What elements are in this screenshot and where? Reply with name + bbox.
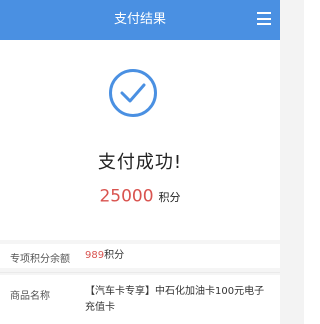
payment-result-page: 支付结果 支付成功! 25000 积分 专项积分余额 989积分 商品名称 【汽车… [0,0,304,324]
result-card: 支付成功! 25000 积分 [0,40,280,240]
balance-unit: 积分 [104,250,125,261]
balance-label: 专项积分余额 [10,254,70,265]
points-line: 25000 积分 [0,186,280,207]
success-message: 支付成功! [97,152,183,173]
side-strip [280,0,304,324]
points-amount: 25000 [99,186,154,207]
check-circle-icon [109,69,157,117]
page-title: 支付结果 [113,12,166,27]
divider [0,272,280,273]
menu-icon[interactable] [257,12,271,25]
balance-row: 专项积分余额 989积分 [0,244,280,268]
product-row: 商品名称 【汽车卡专享】中石化加油卡100元电子充值卡 [0,275,280,324]
product-value: 【汽车卡专享】中石化加油卡100元电子充值卡 [85,286,265,313]
points-unit: 积分 [158,190,181,204]
header-bar: 支付结果 [0,0,280,40]
product-label: 商品名称 [10,291,50,302]
balance-amount: 989 [85,250,105,261]
balance-value: 989积分 [85,248,265,264]
